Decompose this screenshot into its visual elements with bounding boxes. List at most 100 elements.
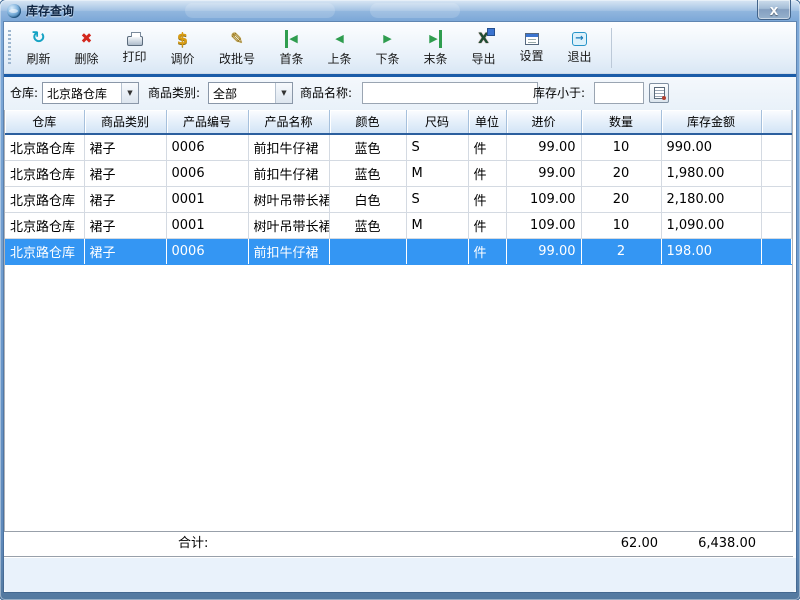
chevron-down-icon[interactable]: ▼ — [121, 83, 138, 103]
cell[interactable]: 裙子 — [84, 134, 166, 160]
cell[interactable]: 198.00 — [661, 238, 761, 264]
cell[interactable]: 北京路仓库 — [5, 186, 84, 212]
cell[interactable]: 白色 — [329, 186, 406, 212]
cell[interactable]: 2 — [581, 238, 661, 264]
chevron-down-icon[interactable]: ▼ — [275, 83, 292, 103]
toolbar-button-adjust-price[interactable]: $调价 — [160, 25, 205, 71]
cell[interactable] — [761, 186, 791, 212]
cell[interactable] — [761, 212, 791, 238]
cell[interactable]: S — [406, 134, 468, 160]
toolbar-button-print[interactable]: 打印 — [112, 25, 157, 71]
cell[interactable]: 裙子 — [84, 212, 166, 238]
cell[interactable]: 109.00 — [506, 186, 581, 212]
cell[interactable]: 裙子 — [84, 186, 166, 212]
pencil-icon: ✎ — [230, 30, 243, 48]
cell[interactable]: 前扣牛仔裙 — [248, 160, 329, 186]
cell[interactable]: 裙子 — [84, 238, 166, 264]
column-header-10[interactable]: 库存金额 — [661, 110, 761, 134]
cell[interactable]: 2,180.00 — [661, 186, 761, 212]
status-strip — [4, 558, 796, 592]
stock-less-than-input[interactable] — [594, 82, 644, 104]
cell[interactable]: M — [406, 212, 468, 238]
cell[interactable]: 109.00 — [506, 212, 581, 238]
cell[interactable]: 990.00 — [661, 134, 761, 160]
warehouse-select[interactable]: 北京路仓库 ▼ — [42, 82, 139, 104]
cell[interactable]: 10 — [581, 134, 661, 160]
column-header-4[interactable]: 产品名称 — [248, 110, 329, 134]
column-header-7[interactable]: 单位 — [468, 110, 506, 134]
column-header-3[interactable]: 产品编号 — [166, 110, 248, 134]
cell[interactable]: 件 — [468, 212, 506, 238]
cell[interactable]: 树叶吊带长裙 — [248, 186, 329, 212]
column-header-9[interactable]: 数量 — [581, 110, 661, 134]
table-row[interactable]: 北京路仓库裙子0006前扣牛仔裙蓝色S件99.0010990.00 — [5, 134, 791, 160]
cell[interactable]: 0001 — [166, 186, 248, 212]
table-row[interactable]: 北京路仓库裙子0001树叶吊带长裙蓝色M件109.00101,090.00 — [5, 212, 791, 238]
cell[interactable]: 1,090.00 — [661, 212, 761, 238]
cell[interactable]: 0006 — [166, 134, 248, 160]
table-row[interactable]: 北京路仓库裙子0006前扣牛仔裙 件99.002198.00 — [5, 238, 791, 264]
cell[interactable]: 件 — [468, 160, 506, 186]
toolbar-button-label: 删除 — [74, 50, 98, 67]
toolbar-button-prev[interactable]: ◀上条 — [317, 25, 362, 71]
titlebar-glass-highlight — [370, 3, 460, 18]
column-header-8[interactable]: 进价 — [506, 110, 581, 134]
toolbar-button-delete[interactable]: ✖删除 — [64, 25, 109, 71]
column-header-5[interactable]: 颜色 — [329, 110, 406, 134]
cell[interactable] — [761, 134, 791, 160]
column-header-2[interactable]: 商品类别 — [84, 110, 166, 134]
cell[interactable] — [761, 238, 791, 264]
toolbar-button-last[interactable]: ▶末条 — [413, 25, 458, 71]
toolbar-button-exit[interactable]: →退出 — [557, 25, 602, 71]
cell[interactable]: 北京路仓库 — [5, 160, 84, 186]
cell[interactable]: 北京路仓库 — [5, 212, 84, 238]
cell[interactable]: 裙子 — [84, 160, 166, 186]
titlebar[interactable]: 库存查询 X — [0, 0, 800, 22]
toolbar-button-refresh[interactable]: ↻刷新 — [16, 25, 61, 71]
cell[interactable]: 0006 — [166, 160, 248, 186]
cell[interactable]: 北京路仓库 — [5, 134, 84, 160]
warehouse-select-value: 北京路仓库 — [43, 85, 121, 102]
cell[interactable]: 件 — [468, 186, 506, 212]
cell[interactable]: 树叶吊带长裙 — [248, 212, 329, 238]
cell[interactable]: 蓝色 — [329, 134, 406, 160]
cell[interactable] — [329, 238, 406, 264]
cell[interactable]: 99.00 — [506, 238, 581, 264]
stock-less-than-label: 库存小于: — [533, 77, 585, 110]
table-row[interactable]: 北京路仓库裙子0006前扣牛仔裙蓝色M件99.00201,980.00 — [5, 160, 791, 186]
cell[interactable]: 件 — [468, 134, 506, 160]
cell[interactable]: 蓝色 — [329, 212, 406, 238]
toolbar-button-settings[interactable]: 设置 — [509, 25, 554, 71]
cell[interactable]: 99.00 — [506, 160, 581, 186]
cell[interactable]: 前扣牛仔裙 — [248, 238, 329, 264]
table-row[interactable]: 北京路仓库裙子0001树叶吊带长裙白色S件109.00202,180.00 — [5, 186, 791, 212]
cell[interactable]: 前扣牛仔裙 — [248, 134, 329, 160]
column-header-filler[interactable] — [761, 110, 791, 134]
titlebar-glass-highlight — [185, 3, 335, 18]
cell[interactable]: 蓝色 — [329, 160, 406, 186]
cell[interactable]: M — [406, 160, 468, 186]
column-header-6[interactable]: 尺码 — [406, 110, 468, 134]
toolbar-button-first[interactable]: ◀首条 — [269, 25, 314, 71]
stock-filter-button[interactable] — [649, 83, 669, 103]
cell[interactable]: 北京路仓库 — [5, 238, 84, 264]
product-name-input[interactable] — [362, 82, 538, 104]
cell[interactable]: 0006 — [166, 238, 248, 264]
cell[interactable]: 件 — [468, 238, 506, 264]
column-header-1[interactable]: 仓库 — [5, 110, 84, 134]
printer-icon — [127, 36, 143, 46]
cell[interactable]: 1,980.00 — [661, 160, 761, 186]
cell[interactable]: 10 — [581, 212, 661, 238]
toolbar-button-next[interactable]: ▶下条 — [365, 25, 410, 71]
cell[interactable] — [406, 238, 468, 264]
cell[interactable] — [761, 160, 791, 186]
cell[interactable]: 20 — [581, 160, 661, 186]
cell[interactable]: 0001 — [166, 212, 248, 238]
cell[interactable]: S — [406, 186, 468, 212]
toolbar-button-change-batch[interactable]: ✎改批号 — [208, 25, 266, 71]
category-select[interactable]: 全部 ▼ — [208, 82, 293, 104]
cell[interactable]: 20 — [581, 186, 661, 212]
toolbar-button-export[interactable]: X导出 — [461, 25, 506, 71]
cell[interactable]: 99.00 — [506, 134, 581, 160]
close-button[interactable]: X — [757, 0, 791, 20]
